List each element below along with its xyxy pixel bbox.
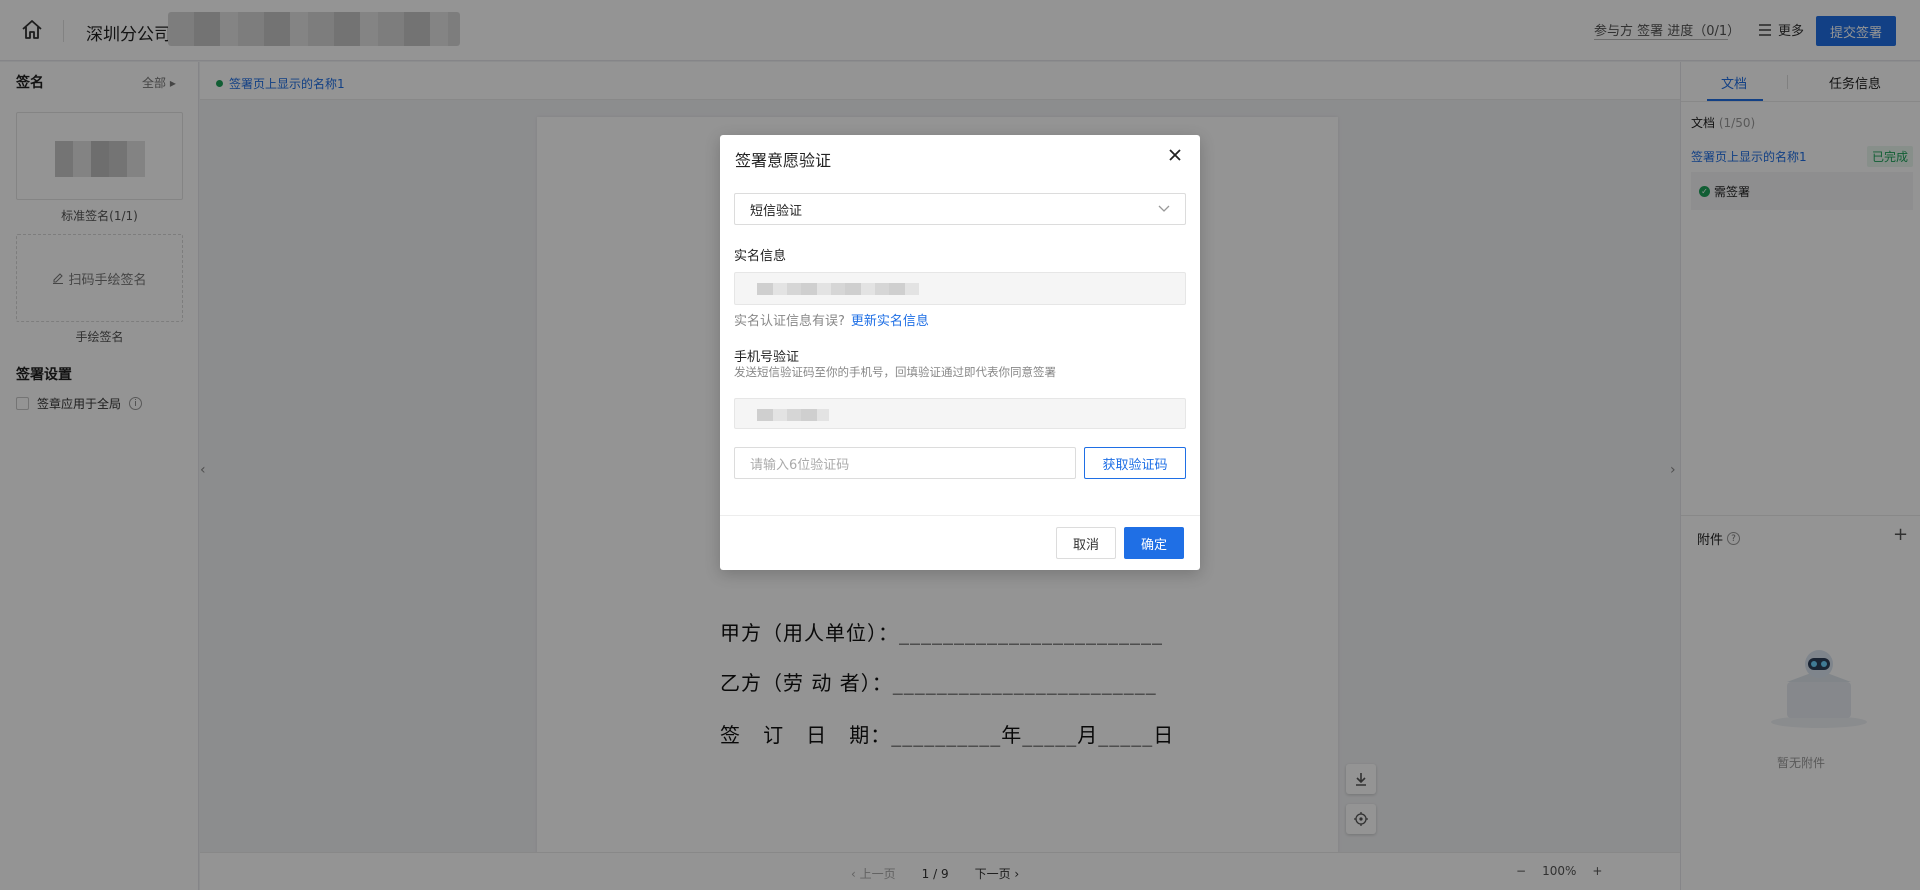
confirm-button[interactable]: 确定 (1124, 527, 1184, 559)
realname-field (734, 272, 1186, 305)
phone-number-field (734, 398, 1186, 429)
sms-code-input[interactable]: 请输入6位验证码 (734, 447, 1076, 479)
verify-method-value: 短信验证 (750, 203, 803, 219)
dialog-title: 签署意愿验证 (735, 151, 832, 170)
phone-verify-desc: 发送短信验证码至你的手机号，回填验证通过即代表你同意签署 (734, 365, 1056, 379)
chevron-down-icon (1158, 205, 1170, 212)
dialog-footer-divider (720, 515, 1200, 516)
verify-method-select[interactable]: 短信验证 (734, 193, 1186, 225)
blurred-phone (757, 409, 829, 421)
sign-intent-dialog: 签署意愿验证 短信验证 实名信息 实名认证信息有误? 更新实名信息 手机号验证 发… (720, 135, 1200, 570)
realname-label: 实名信息 (734, 249, 787, 264)
get-code-button[interactable]: 获取验证码 (1084, 447, 1186, 479)
realname-error: 实名认证信息有误? 更新实名信息 (734, 310, 929, 329)
realname-error-text: 实名认证信息有误? (734, 314, 845, 329)
blurred-realname (757, 283, 919, 295)
close-icon[interactable] (1165, 145, 1185, 165)
cancel-button[interactable]: 取消 (1056, 527, 1116, 559)
update-realname-link[interactable]: 更新实名信息 (851, 314, 929, 329)
phone-verify-label: 手机号验证 (734, 350, 800, 365)
